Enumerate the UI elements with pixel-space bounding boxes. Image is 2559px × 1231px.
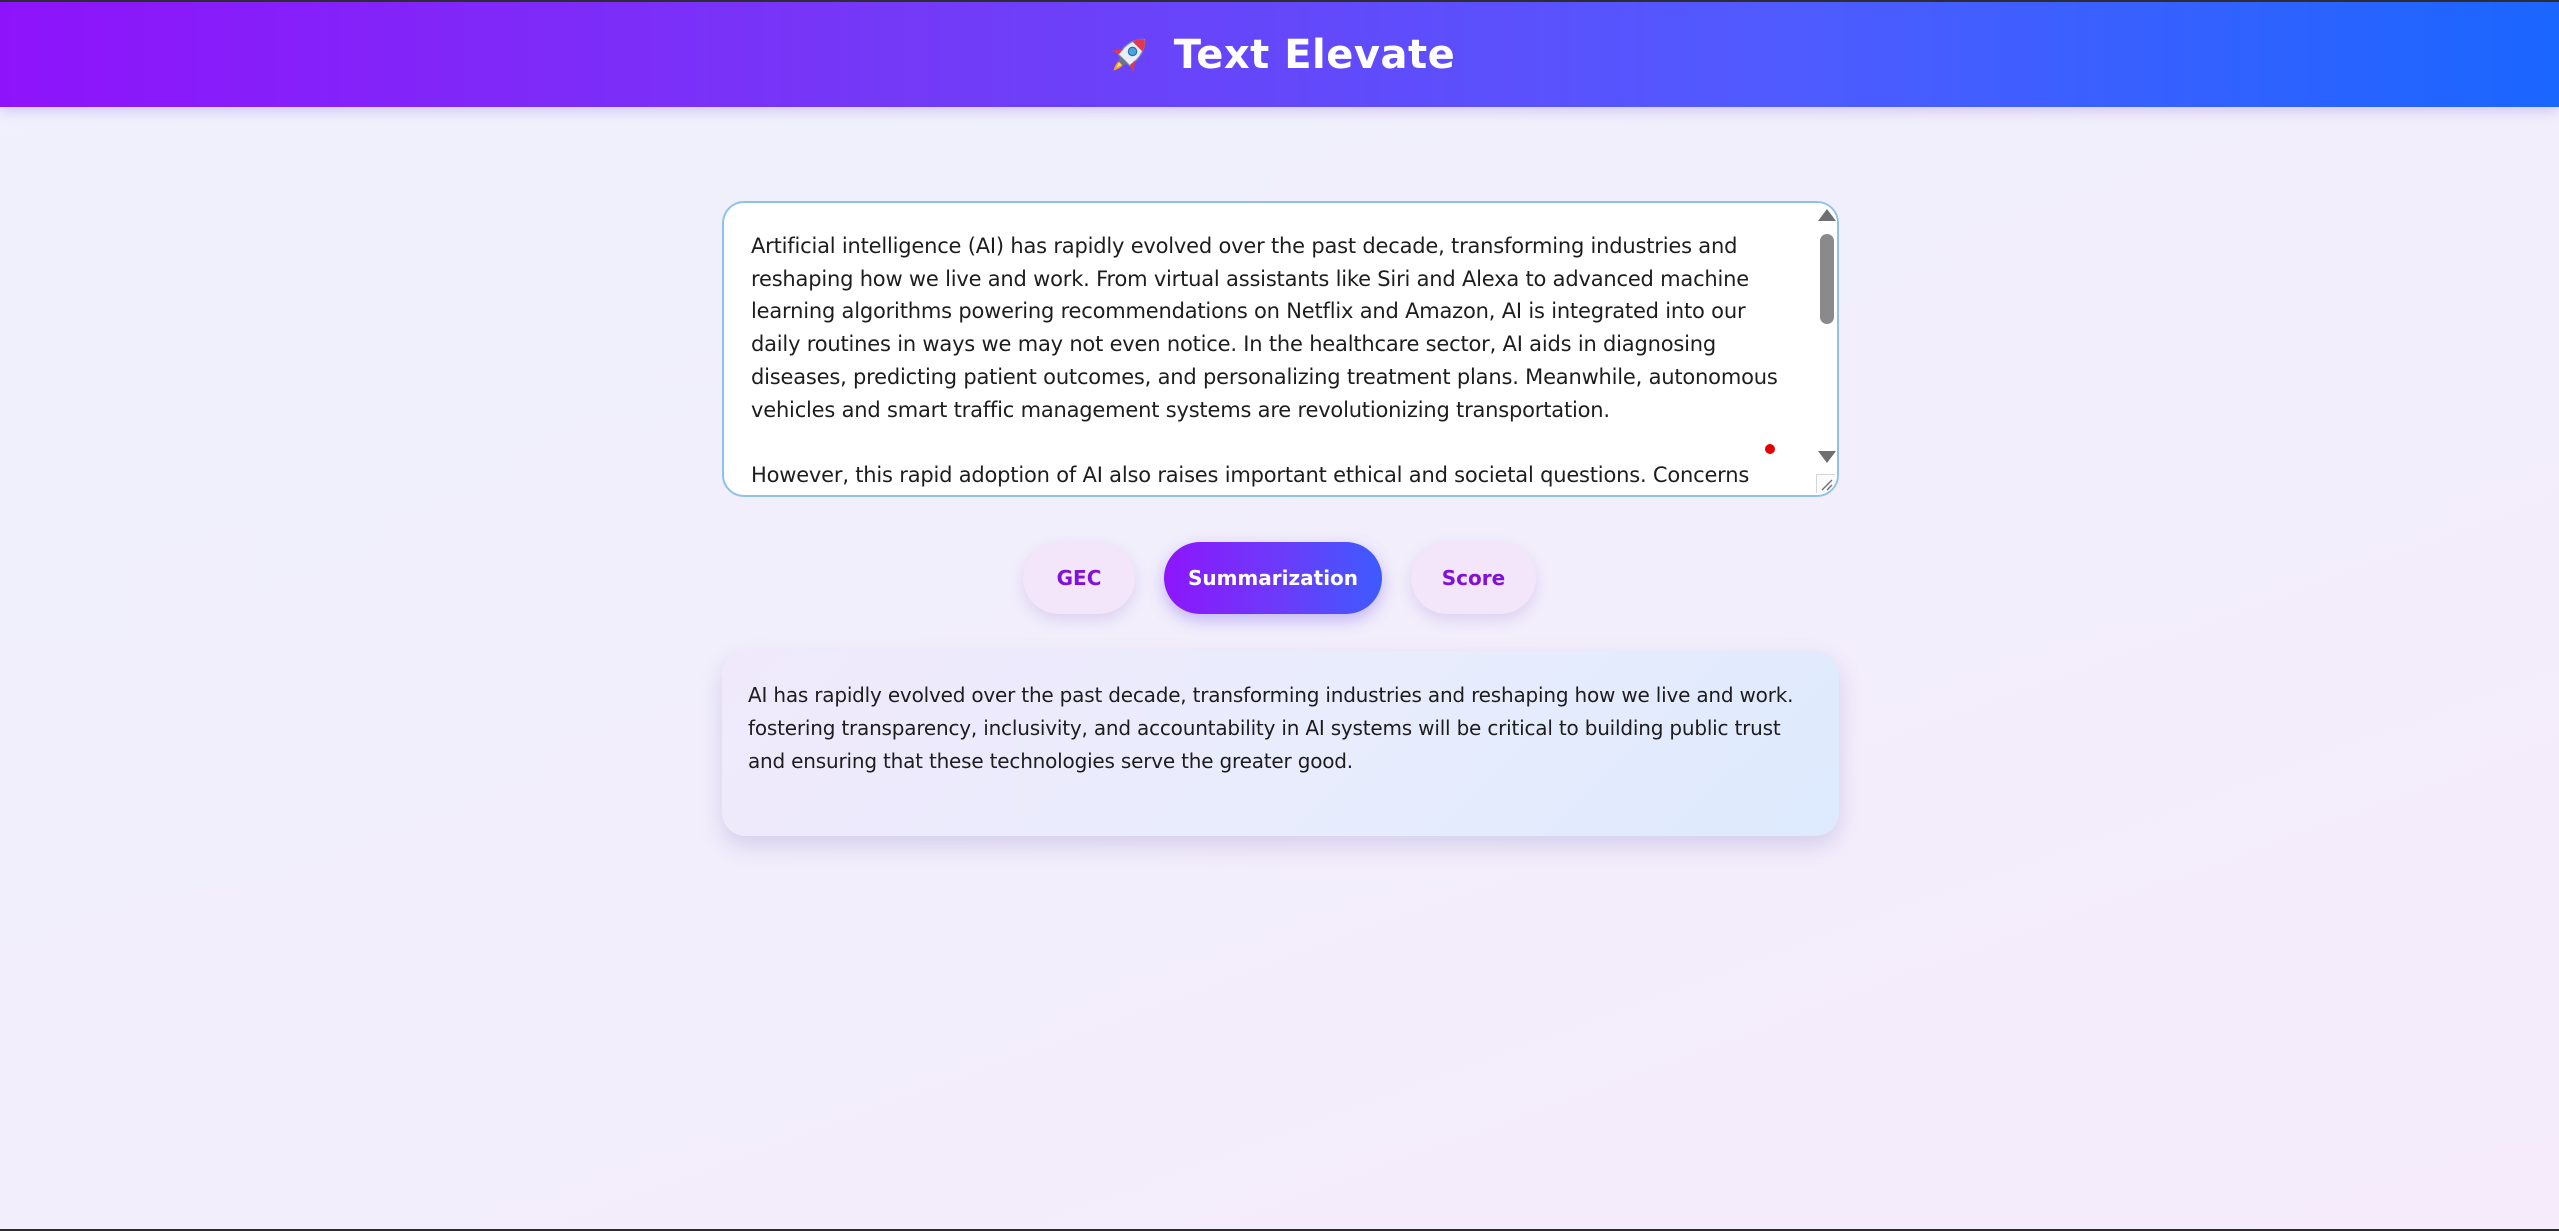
brand: Text Elevate — [1104, 30, 1455, 80]
score-button[interactable]: Score — [1411, 542, 1536, 614]
scroll-up-arrow-icon[interactable] — [1818, 209, 1836, 221]
app-header: Text Elevate — [0, 2, 2559, 107]
scroll-thumb[interactable] — [1820, 234, 1834, 324]
resize-grip-icon[interactable] — [1816, 474, 1835, 493]
scroll-down-arrow-icon[interactable] — [1818, 451, 1836, 463]
textarea-scrollbar[interactable] — [1815, 203, 1837, 495]
action-buttons: GEC Summarization Score — [0, 542, 2559, 614]
result-text: AI has rapidly evolved over the past dec… — [748, 683, 1794, 773]
input-text-content[interactable]: Artificial intelligence (AI) has rapidly… — [751, 230, 1791, 495]
input-textarea[interactable]: Artificial intelligence (AI) has rapidly… — [722, 201, 1839, 497]
cursor-marker-dot — [1765, 444, 1775, 454]
result-output-card: AI has rapidly evolved over the past dec… — [722, 651, 1839, 836]
gec-button[interactable]: GEC — [1023, 542, 1135, 614]
app-title: Text Elevate — [1173, 31, 1456, 78]
rocket-icon — [1104, 30, 1154, 80]
summarization-button[interactable]: Summarization — [1164, 542, 1382, 614]
